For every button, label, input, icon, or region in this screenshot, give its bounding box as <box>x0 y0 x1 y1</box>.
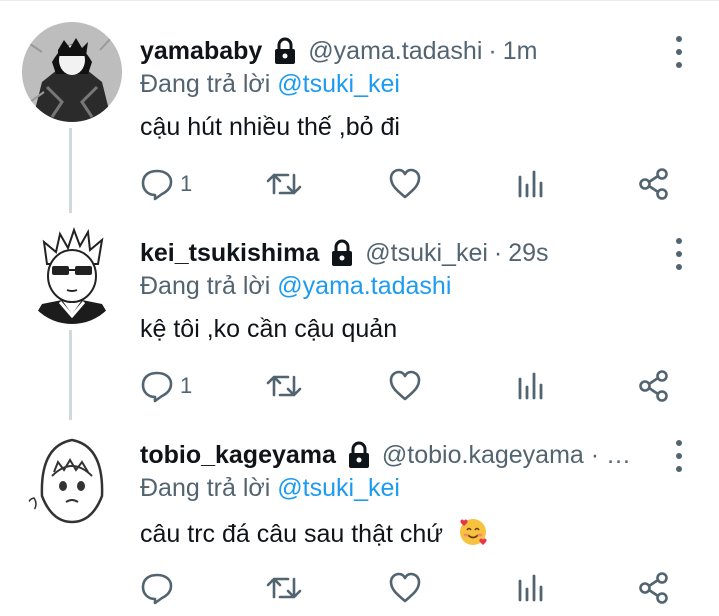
separator: · <box>493 238 503 267</box>
tweet-header: tobio_kageyama @tobio.kageyama · … <box>140 438 655 472</box>
retweet-button[interactable] <box>266 368 302 404</box>
replying-to: Đang trả lời @tsuki_kei <box>140 474 400 503</box>
display-name[interactable]: tobio_kageyama <box>140 441 336 470</box>
heart-icon <box>389 572 421 603</box>
bar-chart-icon <box>518 372 543 400</box>
views-button[interactable] <box>516 570 546 606</box>
action-bar: 1 <box>140 166 680 202</box>
retweet-icon <box>266 173 302 195</box>
heart-icon <box>389 370 421 401</box>
avatar[interactable] <box>22 224 122 324</box>
like-button[interactable] <box>388 166 422 202</box>
retweet-button[interactable] <box>266 570 302 606</box>
action-bar: 1 <box>140 368 680 404</box>
reply-mention[interactable]: @tsuki_kei <box>277 474 400 502</box>
reply-prefix: Đang trả lời <box>140 474 271 502</box>
share-button[interactable] <box>638 166 670 202</box>
tweet-header: yamababy @yama.tadashi · 1m <box>140 34 655 68</box>
replying-to: Đang trả lời @yama.tadashi <box>140 272 451 301</box>
retweet-icon <box>266 577 302 599</box>
separator: · <box>488 36 497 65</box>
more-vertical-icon <box>676 36 682 42</box>
reply-button[interactable]: 1 <box>140 368 192 404</box>
display-name[interactable]: kei_tsukishima <box>140 239 319 268</box>
reply-mention[interactable]: @tsuki_kei <box>277 70 400 98</box>
more-options-button[interactable] <box>664 34 694 70</box>
heart-icon <box>389 168 421 199</box>
timestamp[interactable]: 1m <box>503 37 538 66</box>
share-icon <box>639 370 668 402</box>
handle[interactable]: @tsuki_kei <box>365 239 488 268</box>
share-button[interactable] <box>638 570 670 606</box>
lock-icon <box>346 441 372 469</box>
share-button[interactable] <box>638 368 670 404</box>
speech-bubble-icon <box>141 371 173 403</box>
more-vertical-icon <box>676 238 682 244</box>
reply-button[interactable]: 1 <box>140 166 192 202</box>
like-button[interactable] <box>388 368 422 404</box>
reply-prefix: Đang trả lời <box>140 70 271 98</box>
tweet-text: câu trc đá câu sau thật chứ <box>140 520 444 549</box>
more-vertical-icon <box>676 440 682 446</box>
speech-bubble-icon <box>141 573 173 605</box>
views-button[interactable] <box>516 166 546 202</box>
speech-bubble-icon <box>141 169 173 201</box>
tweet[interactable]: kei_tsukishima @tsuki_kei · 29s Đang trả… <box>0 202 719 404</box>
tweet-header: kei_tsukishima @tsuki_kei · 29s <box>140 236 655 270</box>
tweet-text-container: câu trc đá câu sau thật chứ <box>140 517 488 554</box>
smiling-face-with-hearts-icon <box>458 517 488 554</box>
bar-chart-icon <box>518 170 543 198</box>
tweet-text: cậu hút nhiều thế ,bỏ đi <box>140 113 400 141</box>
more-options-button[interactable] <box>664 438 694 474</box>
action-bar <box>140 570 680 606</box>
like-button[interactable] <box>388 570 422 606</box>
reply-prefix: Đang trả lời <box>140 272 271 300</box>
tweet[interactable]: tobio_kageyama @tobio.kageyama · … Đang … <box>0 404 719 606</box>
share-icon <box>639 572 668 604</box>
views-button[interactable] <box>516 368 546 404</box>
share-icon <box>639 168 668 200</box>
avatar[interactable] <box>22 426 122 526</box>
replying-to: Đang trả lời @tsuki_kei <box>140 70 400 99</box>
retweet-icon <box>266 375 302 397</box>
retweet-button[interactable] <box>266 166 302 202</box>
more-options-button[interactable] <box>664 236 694 272</box>
timestamp[interactable]: 29s <box>508 239 548 268</box>
reply-mention[interactable]: @yama.tadashi <box>277 272 451 300</box>
reply-count: 1 <box>180 171 193 196</box>
reply-button[interactable] <box>140 570 180 606</box>
tweet[interactable]: yamababy @yama.tadashi · 1m Đang trả lời… <box>0 0 719 202</box>
tweet-text: kệ tôi ,ko cần cậu quản <box>140 315 398 343</box>
bar-chart-icon <box>518 574 543 602</box>
handle[interactable]: @tobio.kageyama · … <box>382 441 631 470</box>
avatar[interactable] <box>22 22 122 122</box>
display-name[interactable]: yamababy <box>140 37 262 66</box>
reply-count: 1 <box>180 373 193 398</box>
handle[interactable]: @yama.tadashi <box>308 37 482 66</box>
lock-icon <box>272 37 298 65</box>
lock-icon <box>329 239 355 267</box>
